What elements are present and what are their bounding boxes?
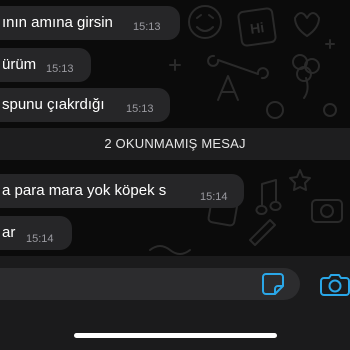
music-note-doodle-icon — [255, 179, 282, 215]
clover-doodle-icon — [292, 54, 320, 99]
message-text: ürüm — [2, 56, 37, 73]
message-input[interactable] — [0, 268, 300, 300]
wave-doodle-icon — [149, 245, 191, 255]
unread-messages-banner: 2 OKUNMAMIŞ MESAJ — [0, 128, 350, 160]
camera-icon[interactable] — [320, 271, 350, 297]
message-time: 15:13 — [46, 63, 74, 75]
bone-doodle-icon — [207, 54, 269, 80]
message-time: 15:13 — [126, 103, 154, 115]
smiley-doodle-icon — [188, 5, 222, 39]
message-time: 15:13 — [133, 21, 161, 33]
sparkle-doodle-icon — [169, 59, 181, 71]
home-indicator[interactable] — [74, 333, 277, 338]
sparkle2-doodle-icon — [325, 39, 335, 49]
camera-doodle-icon — [311, 199, 343, 223]
message-text: ar — [2, 224, 16, 241]
star-doodle-icon — [289, 169, 311, 191]
pencil-doodle-icon — [249, 219, 276, 246]
ring2-doodle-icon — [323, 103, 337, 117]
message-text: ının amına girsin — [2, 14, 113, 31]
letter-a-doodle-icon — [217, 75, 239, 101]
ring-doodle-icon — [266, 101, 284, 119]
message-bubble[interactable]: ürüm 15:13 — [0, 48, 91, 82]
message-bubble[interactable]: spunu çıakrdığı 15:13 — [0, 88, 170, 122]
message-bubble[interactable]: ının amına girsin 15:13 — [0, 6, 180, 40]
heart-doodle-icon — [294, 12, 320, 37]
sticker-icon[interactable] — [260, 271, 286, 297]
message-text: spunu çıakrdığı — [2, 96, 105, 113]
message-time: 15:14 — [26, 233, 54, 245]
message-time: 15:14 — [200, 191, 228, 203]
message-bubble[interactable]: ar 15:14 — [0, 216, 72, 250]
message-bubble[interactable]: a para mara yok köpek s 15:14 — [0, 174, 244, 208]
hi-doodle-text: Hi — [249, 19, 265, 37]
message-text: a para mara yok köpek s — [2, 182, 167, 199]
